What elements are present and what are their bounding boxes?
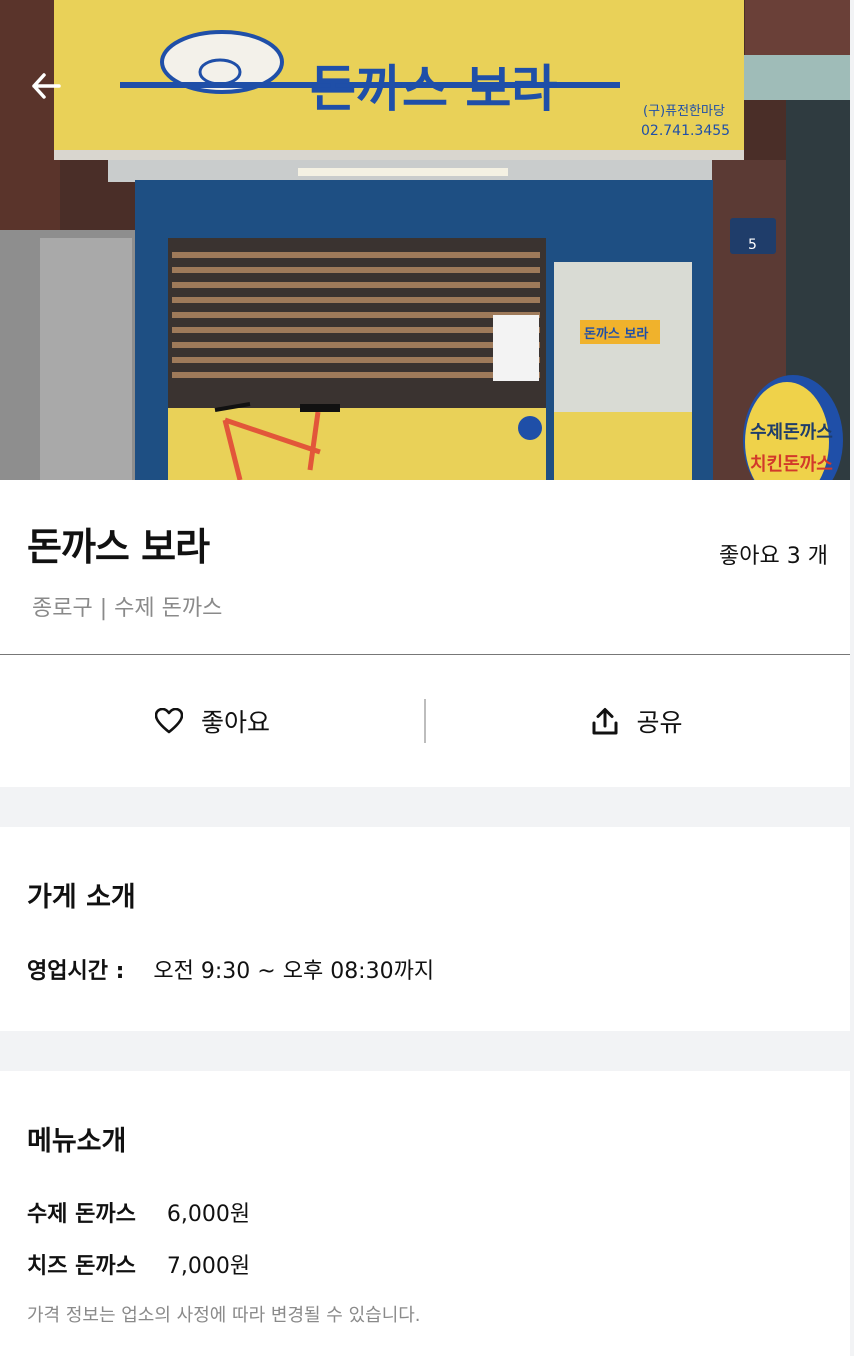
menu-item-price: 6,000원 [166, 1202, 251, 1227]
menu-item: 치즈 돈까스 7,000원 [27, 1248, 250, 1280]
price-disclaimer: 가격 정보는 업소의 사정에 따라 변경될 수 있습니다. [27, 1305, 421, 1326]
section-gap [0, 787, 850, 827]
menu-item-name: 치즈 돈까스 [27, 1254, 136, 1279]
share-icon [592, 708, 618, 735]
store-subtitle: 종로구 | 수제 돈까스 [32, 596, 223, 621]
side-sign-line2: 치킨돈까스 [750, 454, 833, 475]
sign-subtext: (구)퓨전한마당 [643, 104, 725, 119]
menu-section: 메뉴소개 수제 돈까스 6,000원 치즈 돈까스 7,000원 가격 정보는 … [0, 1071, 850, 1356]
intro-title: 가게 소개 [27, 882, 136, 913]
store-intro-section: 가게 소개 영업시간 : 오전 9:30 ~ 오후 08:30까지 [0, 827, 850, 1031]
section-gap [0, 1031, 850, 1071]
share-label: 공유 [636, 708, 683, 737]
sign-phone: 02.741.3455 [641, 123, 730, 139]
store-photo: 돈까스 보라 (구)퓨전한마당 02.741.3455 돈까스 보라 5 수제돈… [0, 0, 850, 480]
likes-count: 좋아요 3 개 [719, 544, 828, 569]
sign-text: 돈까스 보라 [310, 60, 557, 118]
address-number: 5 [748, 237, 757, 253]
hours-label: 영업시간 : [27, 959, 125, 984]
like-button[interactable]: 좋아요 [0, 655, 425, 787]
menu-item: 수제 돈까스 6,000원 [27, 1196, 250, 1228]
action-bar: 좋아요 공유 [0, 655, 850, 787]
like-label: 좋아요 [200, 708, 270, 737]
arrow-left-icon [32, 73, 61, 99]
right-edge-band [850, 0, 854, 1356]
hours-row: 영업시간 : 오전 9:30 ~ 오후 08:30까지 [27, 953, 434, 985]
back-button[interactable] [26, 66, 66, 106]
heart-icon [154, 708, 183, 734]
menu-item-price: 7,000원 [166, 1254, 251, 1279]
menu-item-name: 수제 돈까스 [27, 1202, 136, 1227]
window-sign-text: 돈까스 보라 [584, 326, 648, 342]
store-header: 돈까스 보라 좋아요 3 개 종로구 | 수제 돈까스 [0, 480, 850, 655]
storefront-illustration: 돈까스 보라 (구)퓨전한마당 02.741.3455 돈까스 보라 5 수제돈… [0, 0, 850, 480]
store-name: 돈까스 보라 [27, 525, 210, 569]
share-button[interactable]: 공유 [425, 655, 850, 787]
side-sign-line1: 수제돈까스 [750, 422, 833, 443]
menu-title: 메뉴소개 [27, 1126, 127, 1157]
hours-value: 오전 9:30 ~ 오후 08:30까지 [153, 959, 435, 984]
action-separator [424, 699, 426, 743]
